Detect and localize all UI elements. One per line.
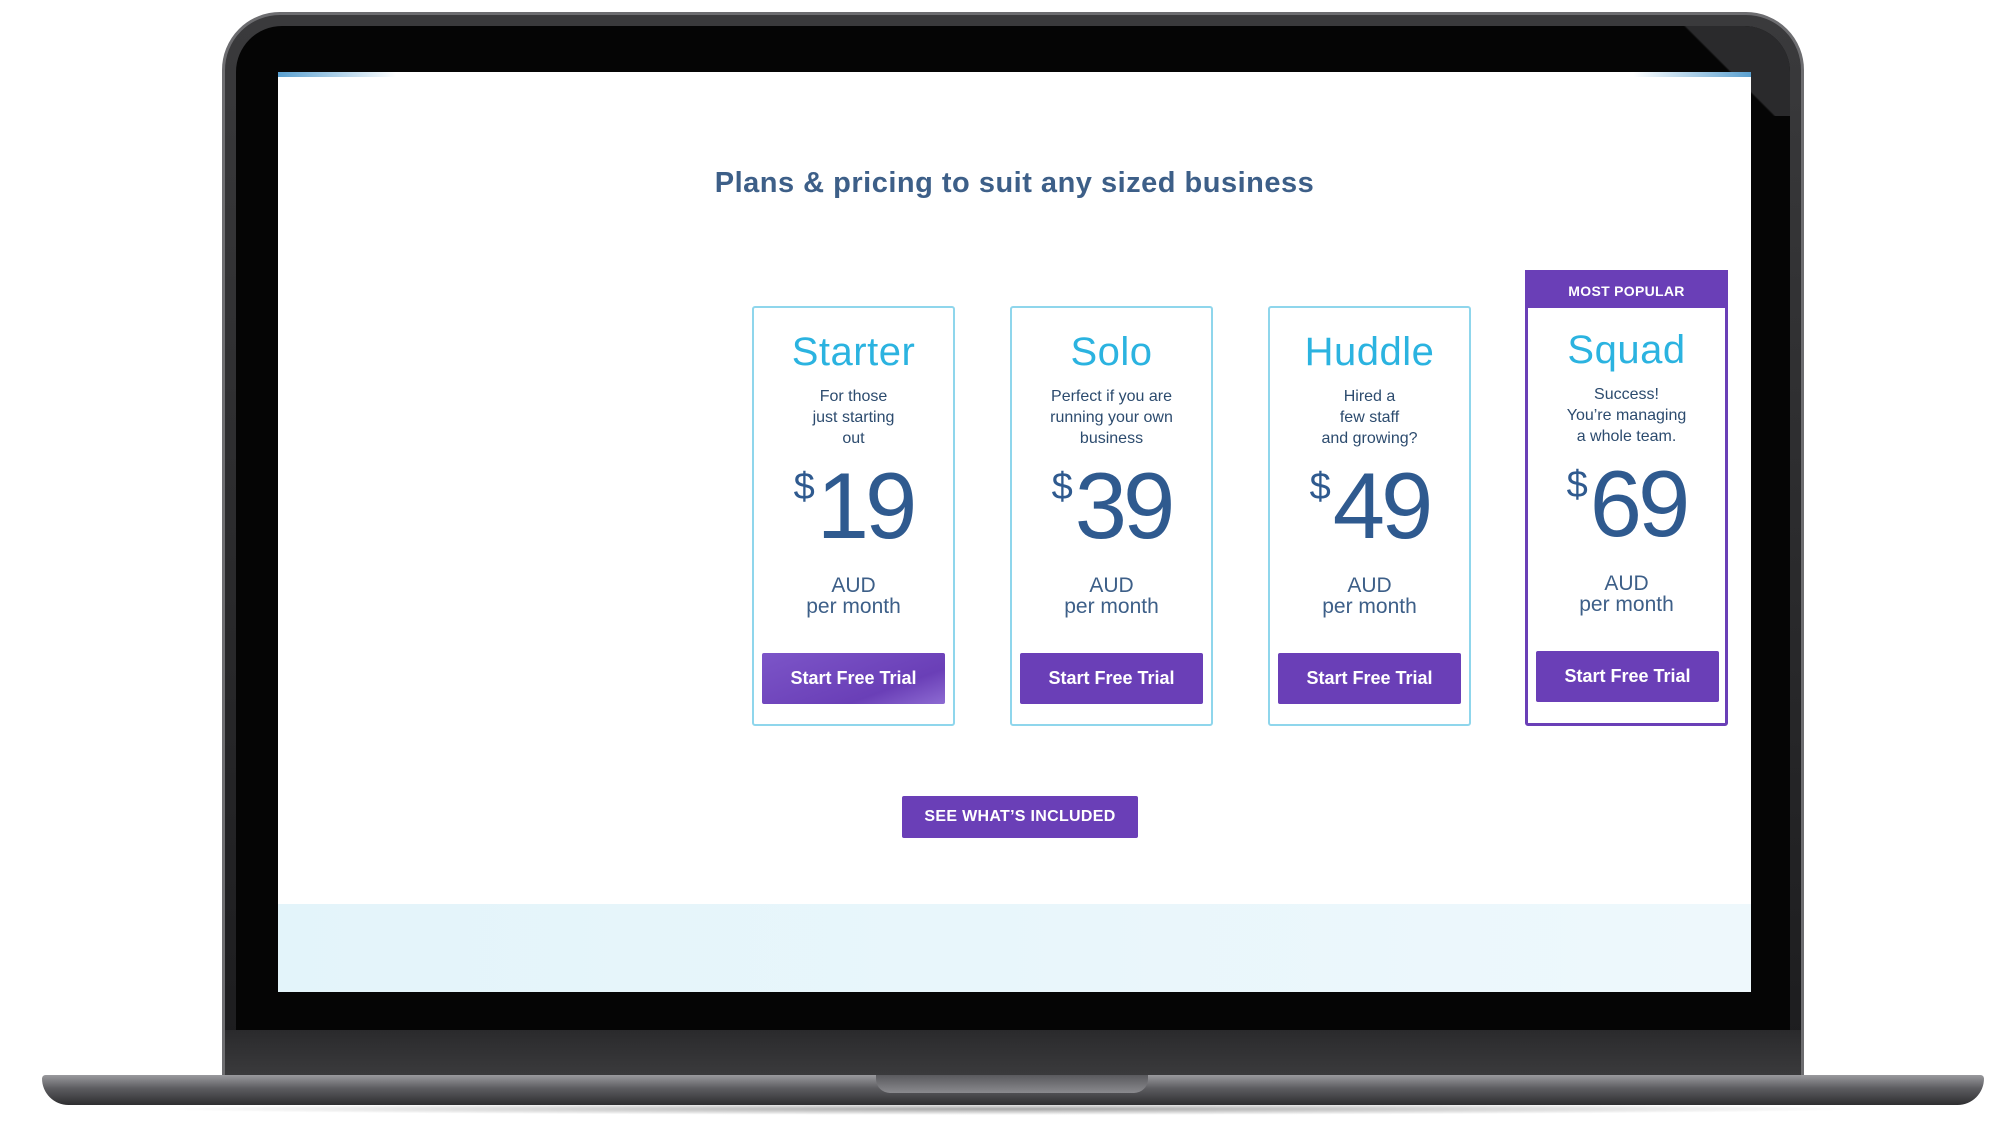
plan-description: For those just starting out: [812, 388, 895, 447]
start-free-trial-button[interactable]: Start Free Trial: [1278, 653, 1461, 704]
currency-label: AUD: [1347, 574, 1392, 597]
laptop-mockup: Plans & pricing to suit any sized busine…: [0, 0, 2007, 1122]
currency-label: AUD: [1089, 574, 1134, 597]
currency-label: AUD: [1604, 572, 1649, 595]
currency-symbol: $: [1051, 466, 1073, 508]
price-amount: 19: [816, 453, 918, 558]
plan-name: Huddle: [1304, 330, 1435, 374]
laptop-chin: [225, 1030, 1801, 1080]
start-free-trial-button[interactable]: Start Free Trial: [1536, 651, 1719, 702]
billing-period: per month: [1579, 593, 1674, 616]
currency-symbol: $: [1309, 466, 1331, 508]
next-section-band: [278, 904, 1751, 992]
plan-card-squad: MOST POPULAR Squad Success! You’re manag…: [1525, 270, 1728, 726]
currency-symbol: $: [793, 466, 815, 508]
plan-card-starter: Starter For those just starting out $19 …: [752, 306, 955, 726]
plan-name: Solo: [1070, 330, 1153, 374]
billing-period: per month: [1322, 595, 1417, 618]
start-free-trial-button[interactable]: Start Free Trial: [762, 653, 945, 704]
pricing-headline: Plans & pricing to suit any sized busine…: [714, 167, 1315, 199]
plan-name: Starter: [791, 330, 916, 374]
screen-top-accent: [278, 72, 1751, 77]
billing-period: per month: [806, 595, 901, 618]
plan-card-huddle: Huddle Hired a few staff and growing? $4…: [1268, 306, 1471, 726]
currency-symbol: $: [1566, 464, 1588, 506]
see-whats-included-button[interactable]: SEE WHAT’S INCLUDED: [902, 796, 1138, 838]
price-amount: 49: [1332, 453, 1434, 558]
currency-label: AUD: [831, 574, 876, 597]
start-free-trial-button[interactable]: Start Free Trial: [1020, 653, 1203, 704]
laptop-opening-notch: [876, 1075, 1148, 1093]
plan-price: $39: [1012, 458, 1211, 558]
laptop-screen: Plans & pricing to suit any sized busine…: [278, 72, 1751, 992]
plan-name: Squad: [1567, 328, 1686, 372]
plan-description: Perfect if you are running your own busi…: [1050, 388, 1173, 447]
plan-description: Success! You’re managing a whole team.: [1566, 386, 1687, 445]
most-popular-badge: MOST POPULAR: [1525, 270, 1728, 308]
plan-price: $19: [754, 458, 953, 558]
price-amount: 39: [1074, 453, 1176, 558]
billing-period: per month: [1064, 595, 1159, 618]
price-amount: 69: [1589, 451, 1691, 556]
plan-price: $69: [1528, 456, 1725, 556]
plan-card-solo: Solo Perfect if you are running your own…: [1010, 306, 1213, 726]
plan-description: Hired a few staff and growing?: [1321, 388, 1418, 447]
plan-price: $49: [1270, 458, 1469, 558]
